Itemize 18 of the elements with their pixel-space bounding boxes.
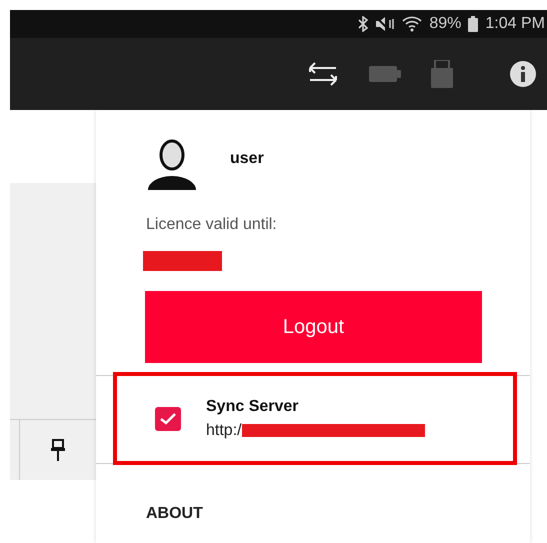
battery-icon [468, 16, 478, 32]
sync-server-title: Sync Server [206, 396, 300, 416]
logout-button[interactable]: Logout [145, 291, 482, 363]
sync-checkbox[interactable] [155, 406, 181, 430]
server-url: http:/ [206, 420, 242, 440]
sync-arrows-icon[interactable] [307, 61, 339, 87]
clock-time: 1:04 PM [485, 14, 545, 34]
pin-icon [51, 439, 65, 461]
checkmark-icon [160, 412, 176, 424]
info-icon[interactable] [509, 60, 537, 88]
bluetooth-icon [358, 16, 368, 32]
wifi-icon [402, 16, 422, 32]
about-item[interactable]: ABOUT [146, 502, 530, 526]
licence-label: Licence valid until: [146, 215, 278, 235]
muted-speaker-icon [375, 16, 396, 32]
user-avatar-icon [146, 138, 198, 190]
user-name: user [230, 149, 264, 169]
battery-percent: 89% [429, 14, 462, 34]
